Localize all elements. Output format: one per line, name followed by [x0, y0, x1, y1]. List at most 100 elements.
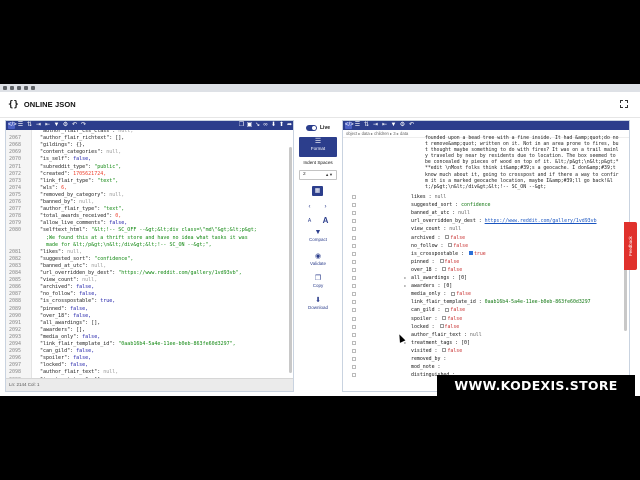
code-line[interactable]: 2073 "link_flair_type": "text",: [6, 178, 293, 185]
tree-row[interactable]: view_count : null: [343, 225, 623, 233]
code-line[interactable]: 2084 "url_overridden_by_dest": "https://w…: [6, 270, 293, 277]
code-line[interactable]: 2074 "wls": 6,: [6, 185, 293, 192]
copy-button[interactable]: ❐ Copy: [299, 274, 337, 294]
font-increase-button[interactable]: A: [320, 216, 331, 226]
tree-row[interactable]: link_flair_template_id : 0aab16b4-5a4e-1…: [343, 298, 623, 306]
redo-icon[interactable]: ↷: [80, 122, 87, 129]
feedback-tab[interactable]: Feedback: [624, 222, 637, 270]
tree-row[interactable]: spoiler : false: [343, 315, 623, 323]
code-line[interactable]: 2097 "locked": false,: [6, 362, 293, 369]
row-select-checkbox[interactable]: [352, 324, 356, 329]
code-line[interactable]: 2079 "allow_live_comments": false,: [6, 220, 293, 227]
tree-row[interactable]: author_flair_text : null: [343, 331, 623, 339]
upload-icon[interactable]: ⬆: [278, 122, 285, 129]
row-select-checkbox[interactable]: [352, 267, 356, 272]
code-line[interactable]: 2086 "archived": false,: [6, 284, 293, 291]
boolean-checkbox[interactable]: [442, 267, 447, 272]
boolean-checkbox[interactable]: [445, 307, 450, 312]
undo-icon[interactable]: ↶: [71, 122, 78, 129]
indent-spaces-select[interactable]: 2 ▲▼: [299, 170, 337, 180]
boolean-checkbox[interactable]: [448, 243, 453, 248]
save-icon[interactable]: ▣: [246, 122, 253, 129]
download-icon[interactable]: ⬇: [270, 122, 277, 129]
download-button[interactable]: ⬇ Download: [299, 296, 337, 316]
code-line[interactable]: 2095 "can_gild": false,: [6, 348, 293, 355]
code-line[interactable]: ;We found this at a thrift store and hav…: [6, 235, 293, 242]
code-line[interactable]: 2068 "gildings": {},: [6, 142, 293, 149]
row-select-checkbox[interactable]: [352, 227, 356, 232]
wrench-icon[interactable]: ⚙: [62, 122, 69, 129]
code-line[interactable]: 2098 "author_flair_text": null,: [6, 369, 293, 376]
row-select-checkbox[interactable]: [352, 251, 356, 256]
code-line[interactable]: 2069 "content_categories": null,: [6, 149, 293, 156]
minimize-icon[interactable]: ↘: [254, 122, 261, 129]
format-button[interactable]: ☰ Format: [299, 137, 337, 157]
row-select-checkbox[interactable]: [352, 316, 356, 321]
row-select-checkbox[interactable]: [352, 373, 356, 378]
row-select-checkbox[interactable]: [352, 340, 356, 345]
code-line[interactable]: made for &lt;/p&gt;\n&lt;/div&gt;&lt;!--…: [6, 242, 293, 249]
sort-icon[interactable]: ⇅: [26, 122, 33, 129]
tree-row[interactable]: over_18 : false: [343, 266, 623, 274]
code-line[interactable]: 2082 "suggested_sort": "confidence",: [6, 256, 293, 263]
boolean-checkbox[interactable]: [442, 348, 447, 353]
row-select-checkbox[interactable]: [352, 284, 356, 289]
tree-row[interactable]: removed_by :: [343, 355, 623, 363]
tree-icon[interactable]: ☰: [17, 122, 24, 129]
validate-button[interactable]: ◉ Validate: [299, 252, 337, 272]
tab-favicon-icon[interactable]: [31, 86, 35, 90]
boolean-checkbox[interactable]: [451, 291, 456, 296]
selftext-value[interactable]: founded upon a bead tree with a fine ins…: [425, 136, 621, 191]
code-editor[interactable]: "author_flair_css_class": null, 2067 "auth…: [6, 130, 293, 380]
boolean-checkbox[interactable]: [439, 324, 444, 329]
tree-row[interactable]: media_only : false: [343, 290, 623, 298]
tree-row[interactable]: likes : null: [343, 193, 623, 201]
code-line[interactable]: 2096 "spoiler": false,: [6, 355, 293, 362]
tree-row[interactable]: pinned : false: [343, 258, 623, 266]
share-icon[interactable]: ➦: [286, 122, 293, 129]
boolean-checkbox[interactable]: [445, 235, 450, 239]
outdent-icon[interactable]: ⇤: [44, 122, 51, 129]
row-select-checkbox[interactable]: [352, 308, 356, 313]
row-select-checkbox[interactable]: [352, 276, 356, 280]
row-select-checkbox[interactable]: [352, 300, 356, 305]
row-select-checkbox[interactable]: [352, 219, 356, 224]
tree-row[interactable]: ▸ all_awardings : [0]: [343, 274, 623, 282]
tree-row[interactable]: mod_note :: [343, 363, 623, 371]
code-line[interactable]: 2089 "pinned": false,: [6, 306, 293, 313]
tree-row[interactable]: ▸ treatment_tags : [0]: [343, 339, 623, 347]
code-line[interactable]: 2083 "banned_at_utc": null,: [6, 263, 293, 270]
boolean-checkbox[interactable]: [442, 316, 447, 320]
expand-arrow-icon[interactable]: ▸: [404, 274, 406, 282]
tree-row[interactable]: no_follow : false: [343, 242, 623, 250]
tree-value[interactable]: https://www.reddit.com/gallery/1vd93vb: [485, 218, 597, 224]
code-line[interactable]: 2085 "view_count": null,: [6, 277, 293, 284]
indent-icon[interactable]: ⇥: [35, 122, 42, 129]
expand-arrow-icon[interactable]: ▸: [404, 282, 406, 290]
compact-button[interactable]: ▼ Compact: [299, 228, 337, 248]
tree-row[interactable]: url_overridden_by_dest : https://www.red…: [343, 217, 623, 225]
row-select-checkbox[interactable]: [352, 195, 356, 199]
font-decrease-button[interactable]: A: [304, 216, 315, 226]
code-line[interactable]: 2092 "awarders": [],: [6, 327, 293, 334]
row-select-checkbox[interactable]: [352, 211, 356, 216]
copy-icon[interactable]: ❐: [238, 122, 245, 129]
tree-row[interactable]: visited : false: [343, 347, 623, 355]
toggle-switch-icon[interactable]: [306, 125, 317, 131]
code-line[interactable]: 2071 "subreddit_type": "public",: [6, 164, 293, 171]
tree-row[interactable]: banned_at_utc : null: [343, 209, 623, 217]
code-line[interactable]: 2081 "likes": null,: [6, 249, 293, 256]
code-line[interactable]: 2094 "link_flair_template_id": "0aab16b4-…: [6, 341, 293, 348]
tree-row[interactable]: archived : false: [343, 234, 623, 242]
expand-button[interactable]: ▦: [312, 186, 323, 196]
code-line[interactable]: 2067 "author_flair_richtext": [],: [6, 135, 293, 142]
row-select-checkbox[interactable]: [352, 348, 356, 353]
tree-row[interactable]: locked : false: [343, 323, 623, 331]
code-icon[interactable]: </>: [8, 122, 17, 129]
tree-row[interactable]: can_gild : false: [343, 306, 623, 314]
code-line[interactable]: 2078 "total_awards_received": 0,: [6, 213, 293, 220]
filter-icon[interactable]: ▼: [53, 122, 60, 129]
tree-row[interactable]: ▸ awarders : [0]: [343, 282, 623, 290]
code-line[interactable]: 2093 "media_only": false,: [6, 334, 293, 341]
code-line[interactable]: 2088 "is_crosspostable": true,: [6, 298, 293, 305]
